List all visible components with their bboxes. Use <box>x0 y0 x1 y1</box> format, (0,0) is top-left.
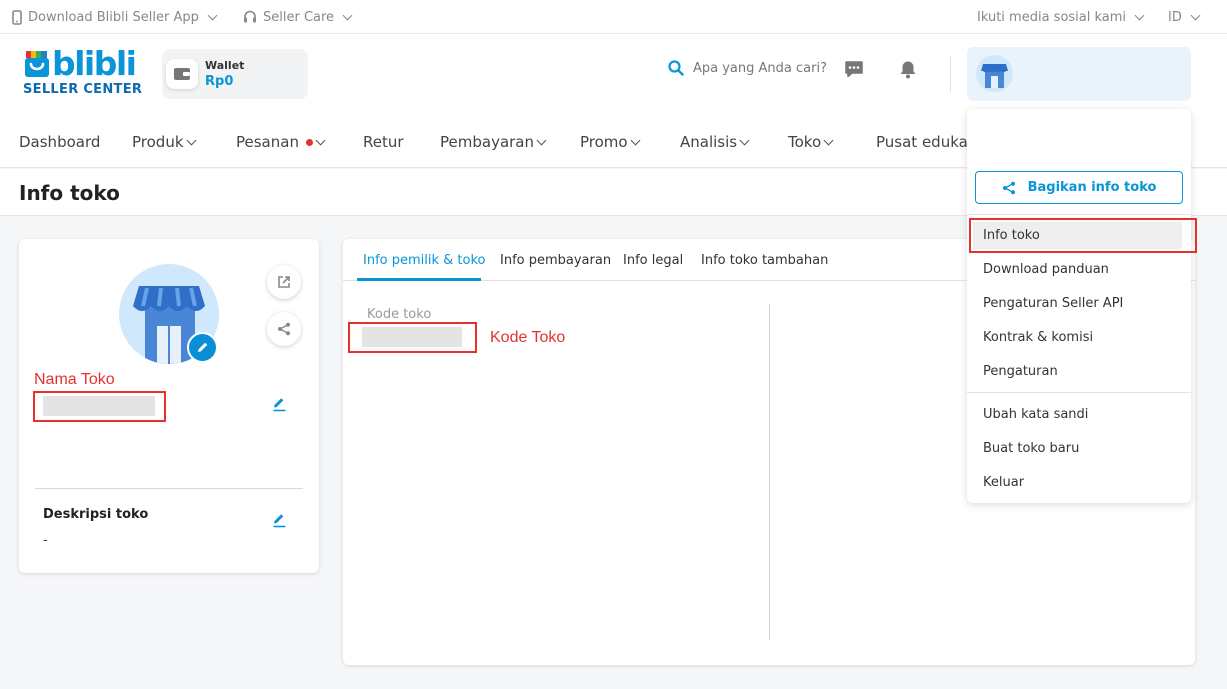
wallet-widget[interactable]: Wallet Rp0 <box>162 49 308 99</box>
dropdown-divider <box>967 214 1191 215</box>
top-utility-bar: Download Blibli Seller App Seller Care I… <box>0 0 1227 34</box>
tab-info-toko-tambahan[interactable]: Info toko tambahan <box>701 253 828 268</box>
store-code-annotation: Kode Toko <box>490 329 566 346</box>
share-icon <box>278 322 290 336</box>
share-icon <box>1002 181 1015 194</box>
pencil-icon <box>198 342 208 352</box>
language-label: ID <box>1168 9 1182 25</box>
search-icon <box>668 60 684 76</box>
chevron-down-icon <box>630 135 641 146</box>
store-name-redacted <box>43 396 155 416</box>
nav-label: Analisis <box>680 133 738 151</box>
store-name-annotation: Nama Toko <box>34 371 115 388</box>
edit-description-button[interactable] <box>272 513 287 528</box>
chat-icon[interactable] <box>844 60 864 78</box>
chevron-down-icon <box>207 10 218 21</box>
active-tab-indicator <box>357 278 481 281</box>
nav-label: Pusat edukasi <box>876 133 980 151</box>
store-code-label: Kode toko <box>367 307 432 322</box>
nav-label: Pesanan <box>236 133 299 151</box>
share-store-info-label: Bagikan info toko <box>1027 180 1157 195</box>
account-dropdown-menu: Bagikan info toko Info toko Download pan… <box>967 109 1197 503</box>
external-link-icon <box>278 276 290 288</box>
menu-item-ubah-kata-sandi[interactable]: Ubah kata sandi <box>983 407 1088 422</box>
menu-item-pengaturan[interactable]: Pengaturan <box>983 364 1058 379</box>
menu-item-keluar[interactable]: Keluar <box>983 475 1024 490</box>
brand-wordmark: blibli <box>52 44 137 83</box>
nav-label: Promo <box>580 133 628 151</box>
bell-icon[interactable] <box>899 60 917 79</box>
chevron-down-icon <box>823 135 834 146</box>
chevron-down-icon <box>342 10 353 21</box>
social-media-dropdown[interactable]: Ikuti media sosial kami <box>977 0 1145 34</box>
menu-item-buat-toko-baru[interactable]: Buat toko baru <box>983 441 1079 456</box>
nav-item-toko[interactable]: Toko <box>788 122 834 162</box>
notification-dot <box>305 138 313 146</box>
nav-item-produk[interactable]: Produk <box>132 122 197 162</box>
tab-info-pemilik-toko[interactable]: Info pemilik & toko <box>363 253 485 268</box>
store-code-redacted <box>362 327 462 347</box>
nav-label: Retur <box>363 133 404 151</box>
social-media-label: Ikuti media sosial kami <box>977 9 1127 25</box>
chevron-down-icon <box>1134 10 1145 21</box>
store-avatar-icon <box>976 55 1013 92</box>
description-label: Deskripsi toko <box>43 507 149 522</box>
nav-item-pembayaran[interactable]: Pembayaran <box>440 122 547 162</box>
nav-item-pesanan[interactable]: Pesanan <box>236 122 326 162</box>
shopping-bag-icon <box>25 51 49 77</box>
chevron-down-icon <box>1190 10 1201 21</box>
menu-item-seller-api[interactable]: Pengaturan Seller API <box>983 296 1123 311</box>
tab-info-pembayaran[interactable]: Info pembayaran <box>500 253 611 268</box>
open-store-button[interactable] <box>267 265 301 299</box>
language-dropdown[interactable]: ID <box>1168 0 1201 34</box>
search-trigger[interactable]: Apa yang Anda cari? <box>668 60 827 76</box>
dropdown-divider <box>967 392 1191 393</box>
nav-item-pusat-edukasi[interactable]: Pusat edukasi <box>876 122 980 162</box>
share-store-button[interactable] <box>267 312 301 346</box>
download-app-link[interactable]: Download Blibli Seller App <box>12 0 218 34</box>
nav-item-promo[interactable]: Promo <box>580 122 641 162</box>
profile-divider <box>35 488 303 489</box>
download-app-label: Download Blibli Seller App <box>28 9 199 25</box>
phone-icon <box>12 9 22 25</box>
nav-label: Toko <box>788 133 822 151</box>
seller-care-link[interactable]: Seller Care <box>243 0 353 34</box>
menu-item-info-toko[interactable]: Info toko <box>983 228 1040 243</box>
menu-item-kontrak-komisi[interactable]: Kontrak & komisi <box>983 330 1093 345</box>
page-title: Info toko <box>19 181 120 205</box>
account-menu-button[interactable] <box>967 47 1191 101</box>
tab-info-legal[interactable]: Info legal <box>623 253 683 268</box>
nav-item-dashboard[interactable]: Dashboard <box>19 122 100 162</box>
wallet-label: Wallet <box>205 59 245 72</box>
nav-label: Produk <box>132 133 184 151</box>
edit-store-name-button[interactable] <box>272 397 287 412</box>
seller-care-label: Seller Care <box>263 9 335 25</box>
headset-icon <box>244 10 256 23</box>
blibli-logo[interactable]: blibli SELLER CENTER <box>22 44 143 100</box>
edit-avatar-button[interactable] <box>187 332 218 363</box>
brand-subtitle: SELLER CENTER <box>23 82 143 97</box>
wallet-icon <box>166 59 198 89</box>
chevron-down-icon <box>739 135 750 146</box>
store-profile-card: Nama Toko Deskripsi toko - <box>19 239 319 573</box>
description-value: - <box>43 533 48 548</box>
chevron-down-icon <box>536 135 547 146</box>
nav-label: Dashboard <box>19 133 101 151</box>
nav-item-retur[interactable]: Retur <box>363 122 404 162</box>
column-divider <box>769 304 770 640</box>
header-divider <box>950 56 951 92</box>
chevron-down-icon <box>315 135 326 146</box>
chevron-down-icon <box>186 135 196 146</box>
nav-item-analisis[interactable]: Analisis <box>680 122 750 162</box>
search-placeholder: Apa yang Anda cari? <box>693 60 827 76</box>
menu-item-download-panduan[interactable]: Download panduan <box>983 262 1109 277</box>
wallet-balance: Rp0 <box>205 74 234 89</box>
nav-label: Pembayaran <box>440 133 534 151</box>
share-store-info-button[interactable]: Bagikan info toko <box>975 171 1183 204</box>
